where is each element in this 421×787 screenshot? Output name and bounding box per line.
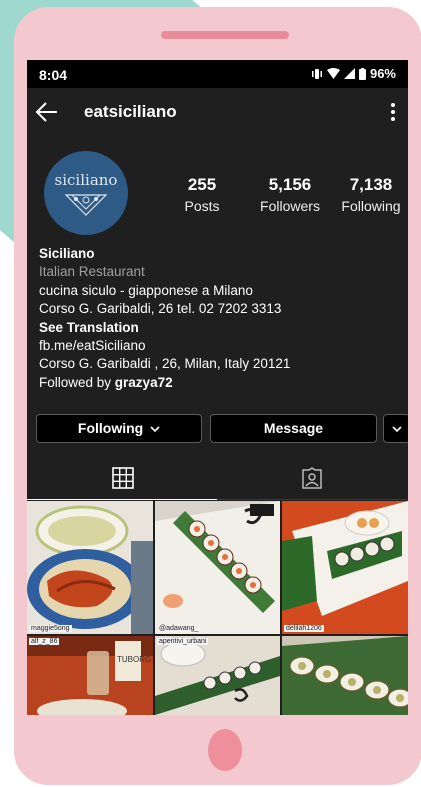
chevron-down-icon (391, 426, 402, 432)
status-icons: 96% (311, 66, 396, 81)
post-3-image (282, 501, 408, 634)
followed-by-user[interactable]: grazya72 (115, 375, 173, 390)
post-3-caption: delilah1206 (284, 625, 324, 632)
profile-category: Italian Restaurant (39, 264, 145, 280)
back-arrow-icon[interactable] (35, 101, 59, 123)
stat-posts[interactable]: 255 Posts (167, 175, 237, 214)
followed-by[interactable]: Followed by grazya72 (39, 374, 399, 392)
stat-followers[interactable]: 5,156 Followers (245, 175, 335, 214)
svg-text:TUBORG: TUBORG (117, 655, 151, 664)
message-button[interactable]: Message (210, 414, 377, 443)
vibrate-icon (311, 68, 322, 79)
post-4-caption: alf_z_86 (29, 638, 60, 645)
post-2-caption: @adawang_ (157, 625, 201, 632)
posts-grid: maggie5ong @adawang_ delilah1206 TUBORG … (27, 501, 408, 715)
post-thumbnail-1[interactable]: maggie5ong (27, 501, 153, 634)
post-thumbnail-4[interactable]: TUBORG alf_z_86 (27, 636, 153, 715)
profile-name: Siciliano (39, 246, 95, 261)
stat-following[interactable]: 7,138 Following (334, 175, 408, 214)
post-5-image (155, 636, 280, 715)
followed-by-prefix: Followed by (39, 374, 115, 390)
bio-line-1: cucina siculo - giapponese a Milano (39, 282, 253, 298)
speaker-grille (161, 31, 289, 39)
phone-frame: 8:04 96% eatsiciliano siciliano 255 Post… (14, 7, 421, 785)
profile-avatar[interactable]: siciliano (44, 151, 128, 235)
stat-posts-count: 255 (187, 175, 217, 194)
status-bar: 8:04 96% (27, 60, 408, 88)
post-1-image (27, 501, 153, 634)
avatar-logo-text: siciliano (54, 171, 118, 189)
stat-following-label: Following (341, 198, 401, 214)
post-thumbnail-5[interactable]: aperitivi_urbani (155, 636, 280, 715)
home-button[interactable] (208, 729, 242, 771)
stat-followers-count: 5,156 (268, 175, 312, 194)
battery-percent: 96% (369, 66, 396, 81)
following-button[interactable]: Following (36, 414, 202, 443)
chevron-down-icon (150, 426, 160, 432)
app-screen: 8:04 96% eatsiciliano siciliano 255 Post… (27, 60, 408, 715)
tab-posts-grid[interactable] (27, 458, 217, 500)
post-5-caption: aperitivi_urbani (157, 638, 209, 645)
signal-icon (343, 68, 355, 79)
profile-tabs (27, 458, 408, 501)
post-thumbnail-2[interactable]: @adawang_ (155, 501, 280, 634)
post-thumbnail-6[interactable] (282, 636, 408, 715)
suggestions-dropdown-button[interactable] (383, 414, 408, 443)
avatar-ornament (64, 194, 108, 216)
stat-posts-label: Posts (184, 198, 220, 214)
status-time: 8:04 (39, 67, 68, 83)
tagged-person-icon (302, 467, 322, 489)
post-6-image (282, 636, 408, 715)
bio-line-2: Corso G. Garibaldi, 26 tel. 02 7202 3313 (39, 301, 282, 317)
see-translation-link[interactable]: See Translation (39, 319, 399, 337)
profile-address[interactable]: Corso G. Garibaldi , 26, Milan, Italy 20… (39, 355, 399, 373)
profile-username: eatsiciliano (84, 102, 177, 121)
battery-icon (358, 67, 366, 80)
message-button-label: Message (263, 420, 324, 436)
post-2-image (155, 501, 280, 634)
post-thumbnail-3[interactable]: delilah1206 (282, 501, 408, 634)
tab-tagged[interactable] (217, 458, 408, 500)
stat-followers-label: Followers (260, 198, 320, 214)
profile-link[interactable]: fb.me/eatSiciliano (39, 337, 399, 355)
wifi-icon (326, 68, 340, 79)
profile-bio: Siciliano Italian Restaurant cucina sicu… (39, 245, 399, 392)
post-4-image: TUBORG (27, 636, 153, 715)
grid-icon (112, 467, 134, 489)
post-1-caption: maggie5ong (29, 625, 72, 632)
stat-following-count: 7,138 (349, 175, 393, 194)
more-options-icon[interactable] (390, 102, 396, 122)
following-button-label: Following (77, 420, 144, 436)
profile-header: eatsiciliano (27, 88, 408, 138)
